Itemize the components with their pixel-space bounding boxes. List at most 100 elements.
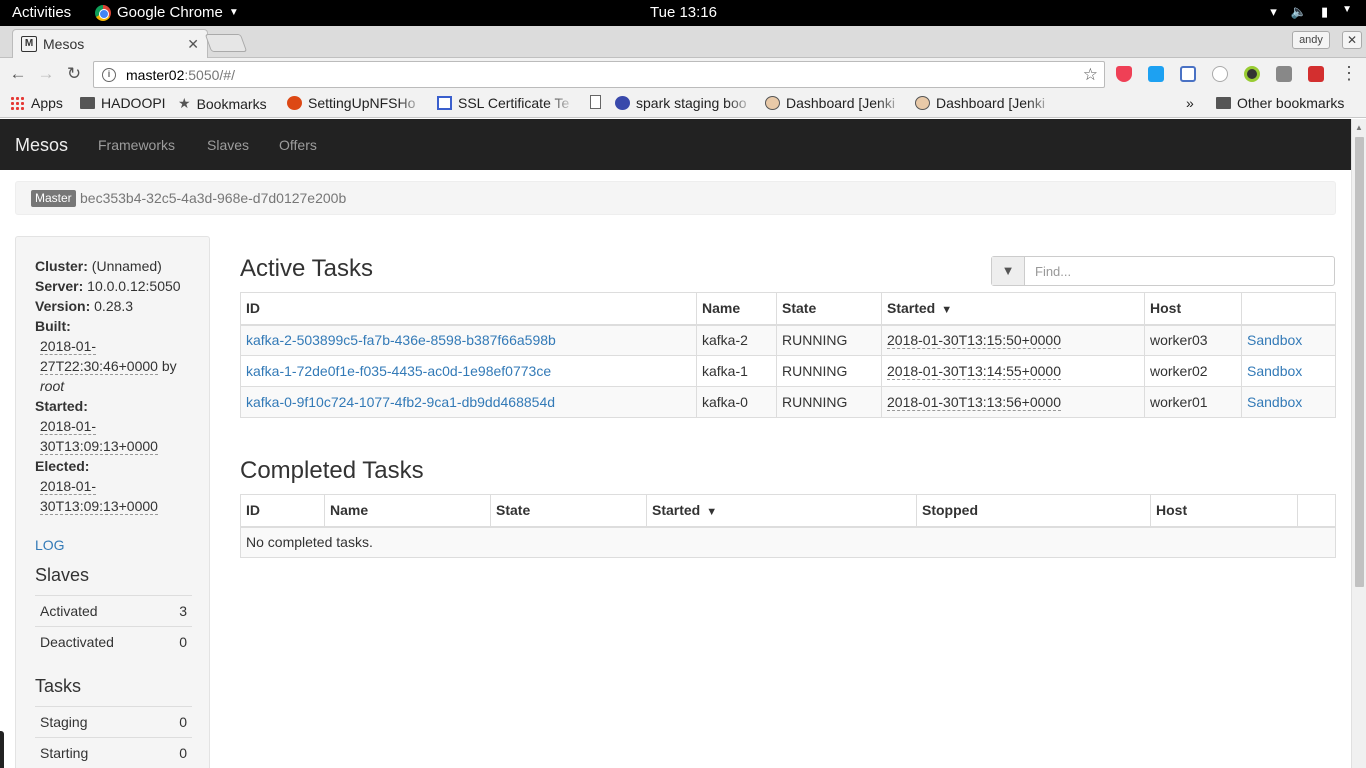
nav-frameworks[interactable]: Frameworks — [98, 137, 175, 153]
clock[interactable]: Tue 13:16 — [650, 4, 717, 21]
bookmark-nfs[interactable]: SettingUpNFSHo — [287, 95, 425, 111]
navbar-brand[interactable]: Mesos — [15, 135, 68, 156]
started-date-part: 30T13:09:13+0000 — [40, 438, 158, 455]
col-started-label: Started — [887, 300, 936, 317]
address-bar[interactable]: i master02:5050/#/ ☆ — [93, 61, 1105, 88]
task-name: kafka-0 — [696, 386, 777, 418]
scroll-up-icon[interactable]: ▲ — [1355, 123, 1363, 132]
caret-down-icon: ▼ — [228, 7, 239, 18]
stat-label: Staging — [40, 714, 88, 730]
task-id-link[interactable]: kafka-1-72de0f1e-f035-4435-ac0d-1e98ef07… — [246, 363, 551, 379]
calendar-icon[interactable] — [1180, 66, 1196, 82]
task-started: 2018-01-30T13:15:50+0000 — [887, 332, 1061, 350]
extension-red-icon[interactable] — [1308, 66, 1324, 82]
col-host[interactable]: Host — [1144, 292, 1242, 326]
tasks-row-starting: Starting 0 — [35, 737, 192, 768]
bookmark-page[interactable] — [590, 95, 601, 109]
col-state[interactable]: State — [490, 494, 647, 528]
server-info: Server: 10.0.0.12:5050 — [35, 278, 181, 294]
bookmark-star-icon[interactable]: ☆ — [1083, 65, 1098, 85]
task-id-link[interactable]: kafka-2-503899c5-fa7b-436e-8598-b387f66a… — [246, 332, 556, 348]
system-tray[interactable]: ▾ 🔈 ▮ ▼ — [1270, 4, 1352, 20]
app-menu[interactable]: Google Chrome ▼ — [95, 4, 239, 21]
task-host: worker02 — [1144, 355, 1242, 387]
started-date-line1: 2018-01- — [40, 418, 97, 435]
activities-button[interactable]: Activities — [12, 4, 71, 21]
ubuntu-icon — [287, 96, 302, 110]
bookmark-jenkins-2[interactable]: Dashboard [Jenki — [915, 95, 1055, 111]
system-top-bar: Activities Google Chrome ▼ Tue 13:16 ▾ 🔈… — [0, 0, 1366, 26]
scrollbar-thumb[interactable] — [1355, 137, 1364, 587]
col-started[interactable]: Started ▼ — [646, 494, 917, 528]
col-id[interactable]: ID — [240, 292, 697, 326]
other-bookmarks[interactable]: Other bookmarks — [1216, 95, 1344, 111]
page-viewport: Mesos Frameworks Slaves Offers Master be… — [0, 119, 1366, 768]
bookmark-bookmarks[interactable]: ★ Bookmarks — [178, 95, 267, 112]
bookmark-ssl[interactable]: SSL Certificate Te — [437, 95, 575, 111]
new-tab-button[interactable] — [204, 34, 248, 52]
sandbox-link[interactable]: Sandbox — [1247, 363, 1302, 379]
bookmark-hadoopi[interactable]: HADOOPI — [80, 95, 166, 111]
wifi-icon: ▾ — [1270, 4, 1277, 19]
built-date-line2: 27T22:30:46+0000 by — [40, 358, 177, 375]
close-icon[interactable]: ✕ — [187, 36, 199, 53]
twitter-icon[interactable] — [1148, 66, 1164, 82]
completed-tasks-table: ID Name State Started ▼ Stopped Host No c… — [240, 494, 1336, 558]
table-row: No completed tasks. — [240, 526, 1336, 558]
info-icon[interactable]: i — [102, 67, 116, 82]
more-bookmarks-button[interactable]: » — [1186, 95, 1194, 111]
extension-dark-icon[interactable] — [1244, 66, 1260, 82]
col-name[interactable]: Name — [696, 292, 777, 326]
extension-circle-icon[interactable] — [1212, 66, 1228, 82]
col-state[interactable]: State — [776, 292, 882, 326]
col-started[interactable]: Started ▼ — [881, 292, 1145, 326]
find-input[interactable] — [1026, 257, 1334, 285]
elected-date-part: 30T13:09:13+0000 — [40, 498, 158, 515]
elected-date-line2: 30T13:09:13+0000 — [40, 498, 158, 515]
chrome-menu-icon[interactable]: ⋮ — [1340, 63, 1358, 84]
forward-arrow-icon[interactable]: → — [36, 64, 56, 84]
col-stopped[interactable]: Stopped — [916, 494, 1151, 528]
stat-value: 0 — [179, 634, 187, 650]
task-name: kafka-1 — [696, 355, 777, 387]
reload-icon[interactable]: ↻ — [64, 64, 84, 84]
task-id-link[interactable]: kafka-0-9f10c724-1077-4fb2-9ca1-db9dd468… — [246, 394, 555, 410]
page-scrollbar[interactable]: ▲ — [1351, 119, 1366, 768]
task-filter: ▼ — [991, 256, 1335, 286]
pocket-icon[interactable] — [1116, 66, 1132, 82]
sort-desc-icon: ▼ — [941, 304, 953, 317]
url-path: :5050/#/ — [184, 66, 235, 83]
bookmark-spark[interactable]: spark staging boo — [615, 95, 755, 111]
terminal-window-edge — [0, 731, 4, 768]
cluster-info: Cluster: (Unnamed) — [35, 258, 162, 274]
filter-icon: ▼ — [992, 257, 1025, 285]
bookmark-apps[interactable]: Apps — [10, 95, 63, 111]
bookmark-label: Other bookmarks — [1237, 95, 1345, 111]
profile-button[interactable]: andy — [1292, 31, 1330, 49]
back-arrow-icon[interactable]: ← — [8, 64, 28, 84]
col-id[interactable]: ID — [240, 494, 325, 528]
folder-icon — [1216, 97, 1231, 109]
bookmark-jenkins-1[interactable]: Dashboard [Jenki — [765, 95, 905, 111]
page-icon — [590, 95, 601, 109]
browser-tab[interactable]: M Mesos ✕ — [12, 29, 208, 58]
browser-toolbar: ← → ↻ i master02:5050/#/ ☆ ⋮ — [0, 58, 1366, 90]
task-state: RUNNING — [776, 324, 882, 356]
sort-desc-icon: ▼ — [706, 506, 718, 519]
bookmark-label: spark staging boo — [636, 95, 747, 111]
sandbox-link[interactable]: Sandbox — [1247, 394, 1302, 410]
stat-value: 3 — [179, 603, 187, 619]
window-close-button[interactable]: ✕ — [1342, 31, 1362, 49]
task-started: 2018-01-30T13:13:56+0000 — [887, 394, 1061, 411]
nav-offers[interactable]: Offers — [279, 137, 317, 153]
extension-grey-icon[interactable] — [1276, 66, 1292, 82]
log-link[interactable]: LOG — [35, 537, 65, 553]
col-host[interactable]: Host — [1150, 494, 1298, 528]
col-name[interactable]: Name — [324, 494, 491, 528]
nav-slaves[interactable]: Slaves — [207, 137, 249, 153]
bookmark-label: SSL Certificate Te — [458, 95, 570, 111]
table-row: kafka-1-72de0f1e-f035-4435-ac0d-1e98ef07… — [240, 355, 1336, 387]
battery-icon: ▮ — [1320, 4, 1329, 19]
started-label-text: Started: — [35, 398, 88, 414]
sandbox-link[interactable]: Sandbox — [1247, 332, 1302, 348]
